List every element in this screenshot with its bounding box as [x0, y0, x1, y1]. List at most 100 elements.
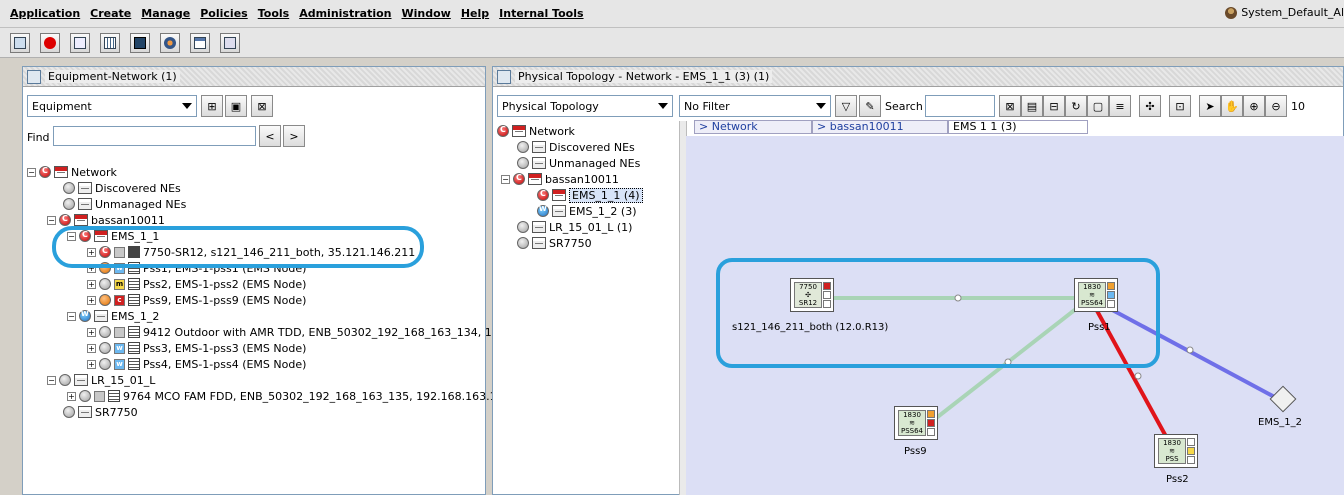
refresh-icon[interactable]: ↻	[1065, 95, 1087, 117]
fit-icon[interactable]: ⊡	[1169, 95, 1191, 117]
pan-hand-icon[interactable]: ✋	[1221, 95, 1243, 117]
panel-title: Physical Topology - Network - EMS_1_1 (3…	[515, 70, 773, 83]
topology-panel-icon	[497, 69, 511, 84]
menu-application[interactable]: Application	[10, 7, 80, 20]
user-indicator[interactable]: System_Default_Al	[1225, 6, 1344, 19]
tree-node-pss9[interactable]: + c Pss9, EMS-1-pss9 (EMS Node)	[87, 292, 306, 308]
equipment-view-value: Equipment	[32, 99, 92, 113]
equipment-view-select[interactable]: Equipment	[27, 95, 197, 117]
tree-node-discovered[interactable]: Discovered NEs	[517, 139, 635, 155]
print-icon[interactable]: ⊟	[1043, 95, 1065, 117]
node-ems12-label: EMS_1_2	[1258, 417, 1303, 428]
breadcrumb-network[interactable]: > Network	[694, 120, 812, 134]
binoculars-icon[interactable]: ⊠	[999, 95, 1021, 117]
save-icon[interactable]: ▤	[1021, 95, 1043, 117]
zoom-out-icon[interactable]: ⊖	[1265, 95, 1287, 117]
node-pss2[interactable]: 1830 ≋ PSS	[1154, 434, 1198, 468]
chevron-down-icon	[658, 103, 668, 109]
topology-view-select[interactable]: Physical Topology	[497, 95, 673, 117]
equipment-network-panel: Equipment-Network (1) Equipment ⊞ ▣ ⊠ Fi…	[22, 66, 506, 495]
tree-icon[interactable]: ⊞	[201, 95, 223, 117]
panel-title: Equipment-Network (1)	[45, 70, 180, 83]
breadcrumb: > Network > bassan10011 EMS 1 1 (3)	[694, 120, 1088, 136]
menu-window[interactable]: Window	[402, 7, 451, 20]
chevron-down-icon	[816, 103, 826, 109]
node-pss9[interactable]: 1830 ≋ PSS64	[894, 406, 938, 440]
tree-node-9412[interactable]: +9412 Outdoor with AMR TDD, ENB_50302_19…	[87, 324, 506, 340]
node-status-strip	[1187, 438, 1195, 464]
highlight-topology-link	[716, 258, 1160, 368]
tree-node-ems-1-1[interactable]: EMS_1_1 (4)	[537, 187, 643, 203]
filter-funnel-icon[interactable]: ▽	[835, 95, 857, 117]
tree-node-lr-15-01-l[interactable]: − LR_15_01_L	[47, 372, 155, 388]
node-pss2-body: 1830 ≋ PSS	[1158, 438, 1186, 464]
tree-node-unmanaged[interactable]: Unmanaged NEs	[63, 196, 186, 212]
monitor-icon[interactable]	[130, 33, 150, 53]
node-status-strip	[927, 410, 935, 436]
find-input[interactable]	[53, 126, 256, 146]
user-name: System_Default_Al	[1241, 6, 1344, 19]
filter-value: No Filter	[684, 99, 730, 113]
tree-node-9764[interactable]: +9764 MCO FAM FDD, ENB_50302_192_168_163…	[67, 388, 504, 404]
menu-administration[interactable]: Administration	[299, 7, 391, 20]
select-pointer-icon[interactable]: ➤	[1199, 95, 1221, 117]
breadcrumb-bassan10011[interactable]: > bassan10011	[812, 120, 948, 134]
menu-tools[interactable]: Tools	[258, 7, 289, 20]
menu-internal-tools[interactable]: Internal Tools	[499, 7, 583, 20]
window-icon[interactable]: ▢	[1087, 95, 1109, 117]
tree-node-pss4[interactable]: + w Pss4, EMS-1-pss4 (EMS Node)	[87, 356, 306, 372]
tree-node-pss3[interactable]: + w Pss3, EMS-1-pss3 (EMS Node)	[87, 340, 306, 356]
find-label: Find	[27, 131, 50, 144]
menu-manage[interactable]: Manage	[141, 7, 190, 20]
find-next-button[interactable]: >	[283, 125, 305, 147]
menu-help[interactable]: Help	[461, 7, 489, 20]
layout-icon[interactable]: ✣	[1139, 95, 1161, 117]
network-icon[interactable]	[220, 33, 240, 53]
window-icon[interactable]	[190, 33, 210, 53]
user-icon	[1225, 6, 1238, 19]
tree-node-ems-1-2[interactable]: EMS_1_2 (3)	[537, 203, 637, 219]
topology-icon[interactable]	[70, 33, 90, 53]
alarm-icon[interactable]	[40, 33, 60, 53]
search-input[interactable]	[925, 95, 995, 117]
chevron-down-icon	[182, 103, 192, 109]
equipment-icon[interactable]	[10, 33, 30, 53]
highlight-7750-row	[52, 226, 424, 268]
tree-node-lr-15-01-l[interactable]: LR_15_01_L (1)	[517, 219, 632, 235]
binoculars-icon[interactable]: ⊠	[251, 95, 273, 117]
filter-edit-icon[interactable]: ✎	[859, 95, 881, 117]
breadcrumb-ems-1-1[interactable]: EMS 1 1 (3)	[948, 120, 1088, 134]
link-midpoint	[1186, 346, 1194, 354]
tree-node-bassan10011[interactable]: −bassan10011	[501, 171, 619, 187]
menu-bar: Application Create Manage Policies Tools…	[0, 0, 1344, 28]
find-prev-button[interactable]: <	[259, 125, 281, 147]
grid-icon[interactable]	[100, 33, 120, 53]
tree-node-ems-1-2[interactable]: −EMS_1_2	[67, 308, 159, 324]
ems12-diamond-icon[interactable]	[1269, 385, 1297, 413]
menu-create[interactable]: Create	[90, 7, 131, 20]
tree-node-network[interactable]: Network	[497, 123, 575, 139]
node-pss2-label: Pss2	[1166, 474, 1189, 485]
tree-node-pss2[interactable]: + m Pss2, EMS-1-pss2 (EMS Node)	[87, 276, 306, 292]
tree-node-sr7750[interactable]: SR7750	[517, 235, 592, 251]
panel-title-bar: Physical Topology - Network - EMS_1_1 (3…	[493, 67, 1343, 87]
zoom-in-icon[interactable]: ⊕	[1243, 95, 1265, 117]
zoom-level: 10	[1291, 100, 1305, 113]
topology-view-value: Physical Topology	[502, 99, 599, 113]
node-pss9-label: Pss9	[904, 446, 927, 457]
link-midpoint	[1134, 372, 1142, 380]
legend-icon[interactable]: ≡	[1109, 95, 1131, 117]
tree-node-discovered[interactable]: Discovered NEs	[63, 180, 181, 196]
filter-icon[interactable]: ▣	[225, 95, 247, 117]
toolbar	[0, 28, 1344, 58]
tree-node-network[interactable]: −Network	[27, 164, 117, 180]
tree-node-sr7750[interactable]: SR7750	[63, 404, 138, 420]
filter-select[interactable]: No Filter	[679, 95, 831, 117]
menu-policies[interactable]: Policies	[200, 7, 247, 20]
search-label: Search	[885, 100, 923, 113]
panel-title-bar: Equipment-Network (1)	[23, 67, 485, 87]
node-pss9-body: 1830 ≋ PSS64	[898, 410, 926, 436]
equipment-panel-icon	[27, 69, 41, 84]
gears-icon[interactable]	[160, 33, 180, 53]
tree-node-unmanaged[interactable]: Unmanaged NEs	[517, 155, 640, 171]
